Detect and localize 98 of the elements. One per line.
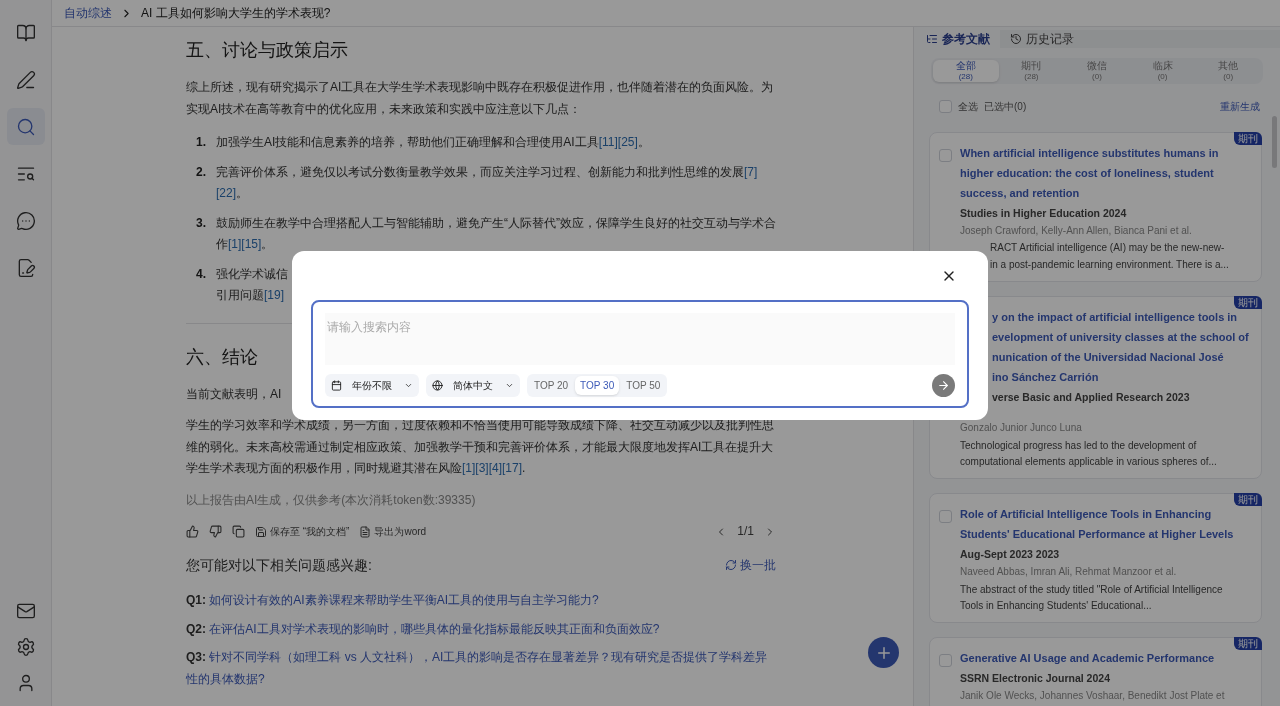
chevron-down-icon (505, 381, 514, 390)
citation-link[interactable]: [4] (488, 461, 503, 475)
list-item-text: 完善评价体系，避免仅以考试分数衡量教学效果，而应关注学习过程、创新能力和批判性思维的发展[7] [22]。 (216, 163, 759, 202)
refresh-button[interactable]: 换一批 (725, 554, 776, 576)
arrow-right-icon (937, 379, 950, 392)
search-input[interactable]: 请输入搜索内容 (325, 313, 955, 365)
paragraph: 当前文献表明，AI (186, 385, 282, 403)
list-item-text: 引用问题[19] (216, 287, 284, 304)
section-heading: 五、讨论与政策启示 (186, 39, 349, 62)
reference-card[interactable] (929, 132, 1262, 282)
checkbox[interactable] (939, 654, 952, 667)
top-option[interactable]: TOP 30 (575, 376, 620, 395)
filter-tab[interactable]: 期刊 (28) (998, 60, 1065, 82)
reference-card[interactable]: 期刊 Generative AI Usage and Academic Performance SSRN Electronic Journal 2024 Janik Ole Wecks, Johannes Voshaar, Benedikt Jost Plate et (929, 637, 1262, 706)
citation-link[interactable]: [11] (598, 135, 618, 149)
action-button[interactable]: 导出为word (359, 521, 427, 543)
regenerate-link[interactable]: 重新生成 (1220, 99, 1260, 114)
abstract: The abstract of the study titled "Role of Artificial Intelligence Tools in Enhancing Students' Educational... (960, 583, 1224, 613)
chevron-down-icon (404, 381, 413, 390)
chat-icon (15, 210, 36, 231)
abstract: in a post-pandemic learning environment. There is a... (989, 258, 1230, 272)
submit-button[interactable] (932, 374, 955, 397)
document-icon (359, 525, 372, 538)
search-icon (15, 116, 36, 137)
icon-button[interactable] (232, 525, 245, 539)
breadcrumb-link[interactable]: 自动综述 (64, 4, 112, 22)
journal-name: verse Basic and Applied Research 2023 (991, 390, 1191, 405)
reference-title[interactable]: Generative AI Usage and Academic Performance (960, 648, 1247, 668)
paragraph: 综上所述，现有研究揭示了AI工具在大学生学术表现影响中既存在积极促进作用，也伴随着潜在的负面风险。为实现AI技术在高等教育中的优化应用，未来政策和实践中应注意以下几点： (186, 79, 775, 118)
language-select[interactable]: 简体中文 (426, 374, 520, 397)
mail-icon (15, 601, 36, 621)
citation-link[interactable]: [25] (617, 135, 638, 149)
authors: Naveed Abbas, Imran Ali, Rehmat Manzoor et al. (960, 565, 1178, 579)
list-number: 4. (195, 265, 206, 283)
related-question[interactable]: Q2: 在评估AI工具对学术表现的影响时，哪些具体的量化指标最能反映其正面和负面效应? (186, 618, 776, 640)
source-badge: 期刊 (1234, 132, 1262, 145)
citation-link[interactable]: [19] (264, 288, 284, 302)
book-icon (15, 22, 36, 43)
citation-link[interactable]: [7] (744, 164, 758, 179)
globe-icon (432, 380, 443, 391)
top-option[interactable]: TOP 50 (621, 376, 666, 395)
history-icon (1010, 33, 1022, 45)
filter-tab[interactable]: 全部 (28) (933, 60, 999, 82)
journal-name: SSRN Electronic Journal 2024 (960, 671, 1111, 686)
related-title: 您可能对以下相关问题感兴趣: (186, 555, 372, 575)
year-select[interactable]: 年份不限 (325, 374, 419, 397)
action-button[interactable]: 保存至 “我的文档” (255, 521, 350, 543)
page-counter: 1/1 (737, 523, 754, 540)
list-number: 1. (195, 134, 206, 151)
scrollbar-thumb[interactable] (1272, 116, 1277, 168)
abstract: RACT Artificial intelligence (AI) may be the new-new- (989, 241, 1226, 255)
pen-icon (15, 69, 36, 90)
authors: Janik Ole Wecks, Johannes Voshaar, Benedikt Jost Plate et (960, 689, 1226, 703)
citation-link[interactable]: [3] (475, 461, 489, 475)
abstract: Technological progress has led to the development of computational elements applicable in various spheres of... (960, 439, 1218, 469)
citation-link[interactable]: [1] (228, 237, 242, 251)
save-icon (255, 525, 267, 538)
thumbs-up-icon (186, 525, 199, 539)
related-question[interactable]: Q1: 如何设计有效的AI素养课程来帮助学生平衡AI工具的使用与自主学习能力? (186, 590, 776, 612)
related-question[interactable]: Q3: 针对不同学科（如理工科 vs 人文社科），AI工具的影响是否存在显著差异？现有研究是否提供了学科差异性的具体数据? (186, 647, 776, 690)
checkbox[interactable] (939, 100, 952, 113)
panel-tab[interactable]: 历史记录 (1000, 30, 1084, 48)
reference-title[interactable]: Role of Artificial Intelligence Tools in Enhancing Students' Educational Performance at Higher Levels (960, 504, 1247, 544)
checkbox[interactable] (939, 149, 952, 162)
citation-link[interactable]: [1] (462, 461, 476, 475)
top-option[interactable]: TOP 20 (529, 376, 574, 395)
reference-title[interactable]: When artificial intelligence substitutes humans in higher education: the cost of loneliness, student success, and retention (960, 143, 1247, 203)
copy-icon (232, 525, 245, 539)
list-icon (926, 33, 938, 45)
list-item-text: 强化学术诚信 (216, 265, 288, 283)
icon-button[interactable] (209, 525, 222, 539)
citation-link[interactable]: [15] (241, 237, 262, 251)
authors: Gonzalo Junior Junco Luna (960, 421, 1083, 435)
panel-tab[interactable]: 参考文献 (916, 30, 1000, 48)
settings-icon (15, 637, 36, 657)
source-badge: 期刊 (1234, 637, 1262, 650)
source-badge: 期刊 (1234, 493, 1262, 506)
journal-name: Aug-Sept 2023 2023 (960, 547, 1061, 562)
page-title: AI 工具如何影响大学生的学术表现? (141, 5, 331, 22)
thumbs-down-icon (209, 525, 222, 539)
add-button[interactable] (868, 637, 899, 668)
refresh-icon (725, 559, 737, 572)
icon-button[interactable] (186, 525, 199, 539)
checkbox[interactable] (939, 510, 952, 523)
source-badge: 期刊 (1234, 296, 1262, 309)
sidebar-button[interactable] (6, 108, 45, 145)
filter-tab[interactable]: 临床 (0) (1129, 60, 1196, 82)
filter-tab[interactable]: 其他 (0) (1195, 60, 1261, 82)
authors: Joseph Crawford, Kelly-Ann Allen, Bianca Pani et al. (960, 224, 1193, 238)
section-heading: 六、结论 (186, 345, 259, 369)
list-item-text: 加强学生AI技能和信息素养的培养，帮助他们正确理解和合理使用AI工具[11][25]。 (216, 134, 650, 151)
journal-name: Studies in Higher Education 2024 (960, 206, 1128, 221)
citation-link[interactable]: [22] (216, 186, 236, 200)
list-number: 2. (195, 163, 206, 181)
select-all-label: 全选 (958, 100, 978, 114)
calendar-icon (331, 380, 342, 391)
selected-count: 已选中(0) (984, 100, 1027, 114)
list-number: 3. (195, 214, 206, 232)
